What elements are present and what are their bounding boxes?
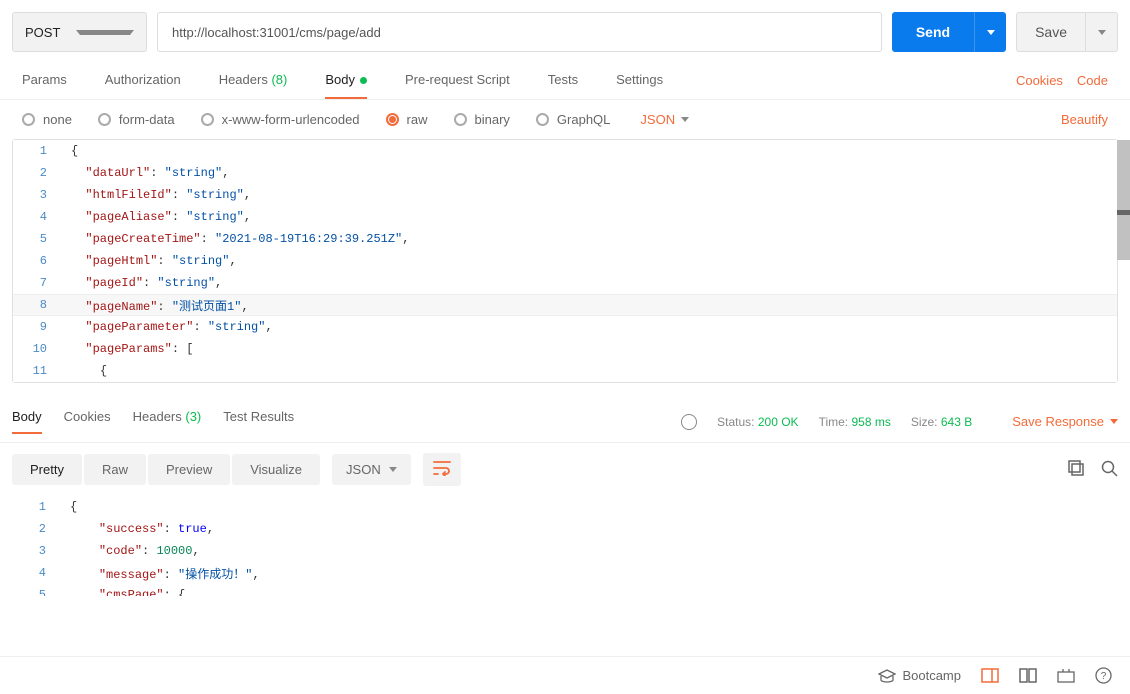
tab-tests[interactable]: Tests	[548, 62, 578, 99]
keyboard-shortcut-icon[interactable]	[1057, 668, 1075, 683]
code-link[interactable]: Code	[1077, 73, 1108, 88]
code-line[interactable]: 11 {	[13, 360, 1117, 382]
rtab-cookies[interactable]: Cookies	[64, 409, 111, 434]
send-button[interactable]: Send	[892, 12, 974, 52]
save-button[interactable]: Save	[1017, 13, 1085, 51]
body-format-select[interactable]: JSON	[640, 112, 689, 127]
panel-split-icon[interactable]	[1019, 668, 1037, 683]
code-line[interactable]: 6 "pageHtml": "string",	[13, 250, 1117, 272]
method-value: POST	[25, 25, 76, 40]
search-icon[interactable]	[1101, 460, 1118, 480]
request-bar: POST Send Save	[0, 0, 1130, 62]
code-line[interactable]: 5 "cmsPage": {	[12, 584, 1118, 596]
tab-headers-count: (8)	[271, 72, 287, 87]
response-format-bar: Pretty Raw Preview Visualize JSON	[0, 443, 1130, 496]
tab-body[interactable]: Body	[325, 62, 367, 99]
code-line[interactable]: 7 "pageId": "string",	[13, 272, 1117, 294]
save-button-group: Save	[1016, 12, 1118, 52]
radio-formdata-label: form-data	[119, 112, 175, 127]
code-line[interactable]: 3 "code": 10000,	[12, 540, 1118, 562]
request-tabs: Params Authorization Headers (8) Body Pr…	[0, 62, 1130, 100]
copy-icon[interactable]	[1068, 460, 1085, 480]
radio-raw-label: raw	[407, 112, 428, 127]
size-label: Size: 643 B	[911, 415, 972, 429]
globe-icon[interactable]	[681, 414, 697, 430]
tab-params[interactable]: Params	[22, 62, 67, 99]
tab-settings[interactable]: Settings	[616, 62, 663, 99]
scrollbar-thumb[interactable]	[1117, 140, 1130, 260]
radio-none[interactable]: none	[22, 112, 72, 127]
radio-urlencoded[interactable]: x-www-form-urlencoded	[201, 112, 360, 127]
code-line[interactable]: 9 "pageParameter": "string",	[13, 316, 1117, 338]
code-line[interactable]: 4 "pageAliase": "string",	[13, 206, 1117, 228]
radio-urlencoded-label: x-www-form-urlencoded	[222, 112, 360, 127]
chevron-down-icon	[389, 467, 397, 472]
tab-headers[interactable]: Headers (8)	[219, 62, 288, 99]
url-input[interactable]	[157, 12, 882, 52]
fmt-pretty[interactable]: Pretty	[12, 454, 82, 485]
tab-body-label: Body	[325, 72, 355, 87]
radio-graphql-label: GraphQL	[557, 112, 610, 127]
send-button-group: Send	[892, 12, 1006, 52]
body-type-options: none form-data x-www-form-urlencoded raw…	[0, 100, 1130, 139]
rtab-headers-count: (3)	[185, 409, 201, 424]
response-body-editor[interactable]: 1{2 "success": true,3 "code": 10000,4 "m…	[12, 496, 1118, 596]
request-body-editor[interactable]: 1{2 "dataUrl": "string",3 "htmlFileId": …	[12, 139, 1118, 383]
body-format-value: JSON	[640, 112, 675, 127]
scrollbar-mark	[1117, 210, 1130, 215]
code-line[interactable]: 1{	[13, 140, 1117, 162]
send-dropdown[interactable]	[974, 12, 1006, 52]
response-format-select[interactable]: JSON	[332, 454, 411, 485]
radio-formdata[interactable]: form-data	[98, 112, 175, 127]
tab-prerequest[interactable]: Pre-request Script	[405, 62, 510, 99]
time-label: Time: 958 ms	[819, 415, 891, 429]
tab-authorization[interactable]: Authorization	[105, 62, 181, 99]
cookies-link[interactable]: Cookies	[1016, 73, 1063, 88]
bootcamp-label: Bootcamp	[902, 668, 961, 683]
modified-dot-icon	[360, 77, 367, 84]
radio-binary[interactable]: binary	[454, 112, 510, 127]
beautify-link[interactable]: Beautify	[1061, 112, 1108, 127]
code-line[interactable]: 8 "pageName": "测试页面1",	[13, 294, 1117, 316]
fmt-preview[interactable]: Preview	[148, 454, 230, 485]
code-line[interactable]: 10 "pageParams": [	[13, 338, 1117, 360]
save-response-button[interactable]: Save Response	[1012, 414, 1118, 429]
radio-binary-label: binary	[475, 112, 510, 127]
footer-bar: Bootcamp ?	[0, 656, 1130, 694]
rtab-test-results[interactable]: Test Results	[223, 409, 294, 434]
chevron-down-icon	[681, 117, 689, 122]
panel-right-icon[interactable]	[981, 668, 999, 683]
code-line[interactable]: 3 "htmlFileId": "string",	[13, 184, 1117, 206]
radio-graphql[interactable]: GraphQL	[536, 112, 610, 127]
response-tabs: Body Cookies Headers (3) Test Results St…	[0, 395, 1130, 443]
rtab-headers-label: Headers	[133, 409, 182, 424]
rtab-headers[interactable]: Headers (3)	[133, 409, 202, 434]
method-select[interactable]: POST	[12, 12, 147, 52]
chevron-down-icon	[76, 30, 135, 35]
bootcamp-button[interactable]: Bootcamp	[878, 668, 961, 683]
rtab-body[interactable]: Body	[12, 409, 42, 434]
radio-raw[interactable]: raw	[386, 112, 428, 127]
code-line[interactable]: 4 "message": "操作成功！",	[12, 562, 1118, 584]
code-line[interactable]: 2 "dataUrl": "string",	[13, 162, 1117, 184]
save-dropdown[interactable]	[1085, 13, 1117, 51]
code-line[interactable]: 1{	[12, 496, 1118, 518]
code-line[interactable]: 5 "pageCreateTime": "2021-08-19T16:29:39…	[13, 228, 1117, 250]
fmt-raw[interactable]: Raw	[84, 454, 146, 485]
code-line[interactable]: 2 "success": true,	[12, 518, 1118, 540]
tab-headers-label: Headers	[219, 72, 268, 87]
status-info: Status: 200 OK Time: 958 ms Size: 643 B …	[681, 414, 1118, 430]
wrap-toggle-button[interactable]	[423, 453, 461, 486]
fmt-visualize[interactable]: Visualize	[232, 454, 320, 485]
help-icon[interactable]: ?	[1095, 667, 1112, 684]
svg-text:?: ?	[1101, 671, 1107, 682]
status-label: Status: 200 OK	[717, 415, 798, 429]
radio-none-label: none	[43, 112, 72, 127]
